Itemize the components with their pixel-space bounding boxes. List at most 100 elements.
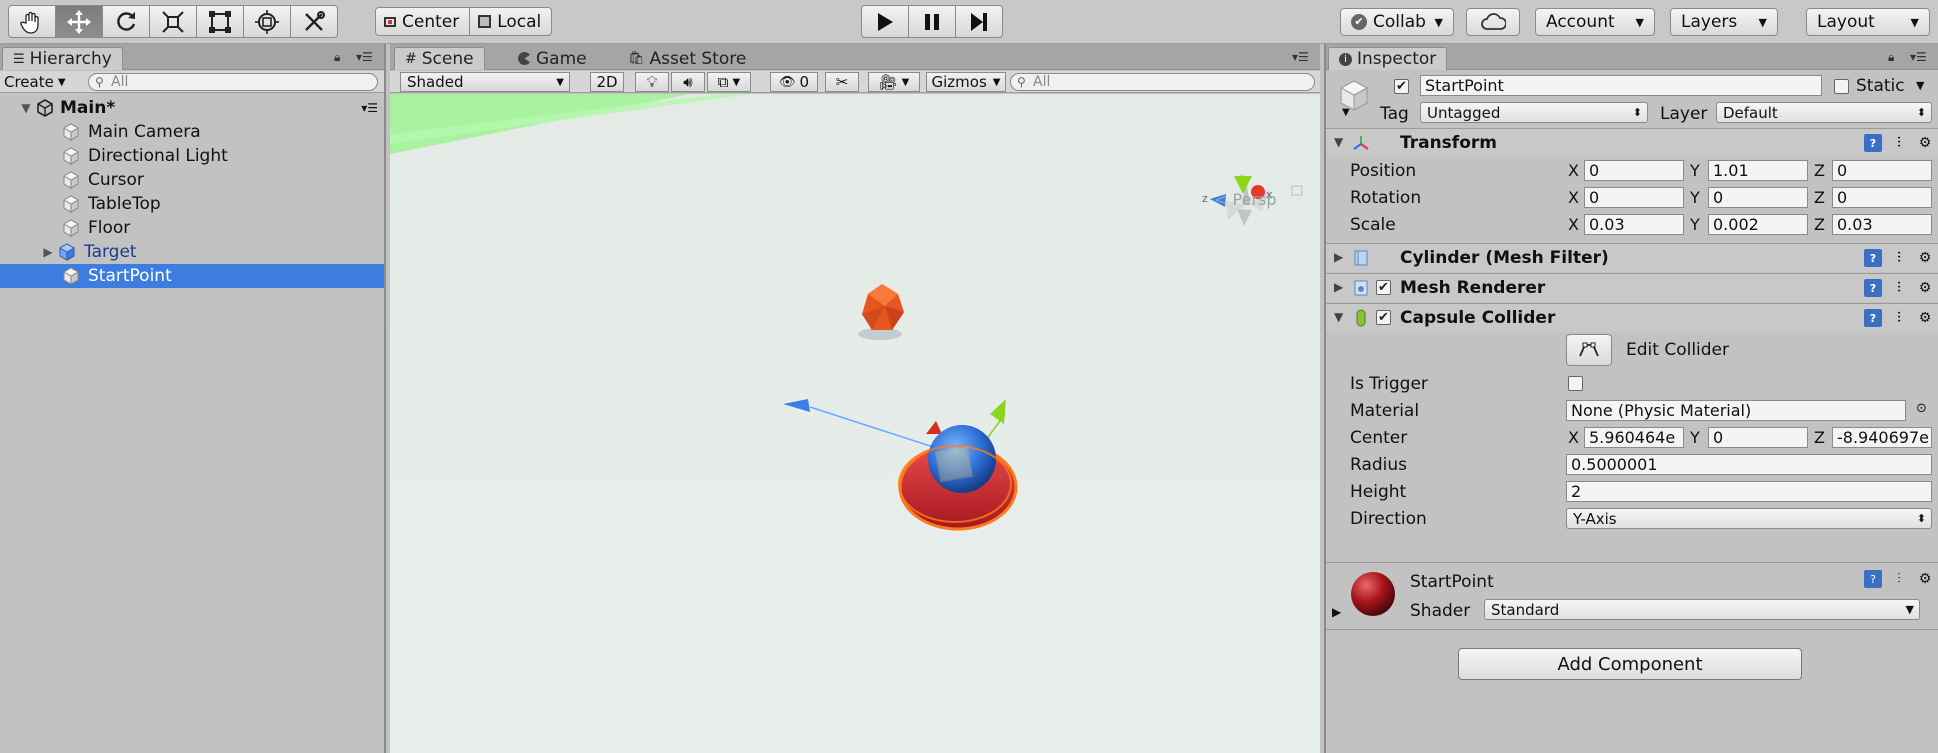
hidden-objects-toggle[interactable]: 👁︎ 0 [770,72,818,92]
create-dropdown[interactable]: Create ▼ [4,73,66,91]
foldout-expanded-icon[interactable]: ▼ [1334,135,1343,149]
lock-icon[interactable]: 🔒︎ [1888,50,1894,65]
position-z-field[interactable]: 0 [1832,160,1932,181]
scene-tools-toggle[interactable]: ✂︎ [825,72,859,92]
collab-dropdown[interactable]: ✔ Collab ▼ [1340,8,1454,36]
layout-dropdown[interactable]: Layout ▼ [1806,8,1930,36]
mesh-filter-header[interactable]: ▶ Cylinder (Mesh Filter) ? ⫶ ⚙︎ [1326,243,1938,272]
lighting-toggle[interactable]: 💡︎ [635,72,669,92]
gear-icon[interactable]: ⚙︎ [1916,279,1934,297]
gear-icon[interactable]: ⚙︎ [1916,570,1934,588]
gizmo-x-arrow[interactable] [926,421,942,434]
hand-tool-button[interactable] [8,5,56,38]
transform-tool-button[interactable] [243,5,291,38]
gizmo-y-arrow[interactable] [990,399,1006,424]
object-picker-icon[interactable]: ⊙ [1916,401,1927,416]
foldout-collapsed-icon[interactable]: ▶ [1334,250,1343,264]
draw-mode-dropdown[interactable]: Shaded ▼ [400,72,570,92]
object-name-field[interactable]: StartPoint [1420,75,1822,96]
rotate-tool-button[interactable] [102,5,150,38]
pivot-center-toggle[interactable]: Center [375,7,471,36]
hierarchy-item[interactable]: Cursor [0,168,384,192]
panel-menu-icon[interactable]: ▾☰ [1292,50,1309,64]
center-x-field[interactable]: 5.960464e [1584,427,1684,448]
capsule-collider-header[interactable]: ▼ ✔ Capsule Collider ? ⫶ ⚙︎ [1326,303,1938,332]
position-x-field[interactable]: 0 [1584,160,1684,181]
persp-label[interactable]: < Persp [1214,190,1276,209]
scale-y-field[interactable]: 0.002 [1708,214,1808,235]
rotation-x-field[interactable]: 0 [1584,187,1684,208]
scene-canvas[interactable]: z x [390,94,1320,753]
center-y-field[interactable]: 0 [1708,427,1808,448]
help-book-icon[interactable]: ? [1864,570,1882,588]
hierarchy-item-selected[interactable]: StartPoint [0,264,384,288]
hierarchy-item-target[interactable]: ▶ Target [0,240,384,264]
2d-toggle[interactable]: 2D [590,72,624,92]
preset-sliders-icon[interactable]: ⫶ [1890,249,1908,267]
add-component-button[interactable]: Add Component [1458,648,1802,680]
effects-dropdown[interactable]: ⧉ ▼ [707,72,751,92]
scene-root-row[interactable]: ▼ Main* ▾☰ [0,96,384,120]
play-button[interactable] [861,5,909,38]
gear-icon[interactable]: ⚙︎ [1916,309,1934,327]
active-checkbox[interactable]: ✔ [1394,79,1409,94]
pause-button[interactable] [908,5,956,38]
position-y-field[interactable]: 1.01 [1708,160,1808,181]
foldout-expanded-icon[interactable]: ▼ [20,101,32,115]
tab-hierarchy[interactable]: ☰ Hierarchy [2,47,123,70]
gear-icon[interactable]: ⚙︎ [1916,134,1934,152]
tab-game[interactable]: Game [508,47,597,70]
scene-menu-icon[interactable]: ▾☰ [361,101,378,115]
custom-tool-button[interactable] [290,5,338,38]
move-tool-button[interactable] [55,5,103,38]
preset-sliders-icon[interactable]: ⫶ [1890,309,1908,327]
hierarchy-item[interactable]: Directional Light [0,144,384,168]
hierarchy-search-input[interactable]: ⚲ All [88,73,378,91]
gizmo-z-arrow[interactable] [783,399,810,412]
cloud-button[interactable] [1466,8,1520,36]
transform-header[interactable]: ▼ Transform ? ⫶ ⚙︎ [1326,128,1938,157]
layer-dropdown[interactable]: Default ⬍ [1716,102,1932,123]
panel-menu-icon[interactable]: ▾☰ [356,50,373,64]
foldout-expanded-icon[interactable]: ▼ [1334,310,1343,324]
camera-dropdown[interactable]: 🎥︎ ▼ [868,72,920,92]
tab-asset-store[interactable]: 🛍︎ Asset Store [618,47,756,70]
preset-sliders-icon[interactable]: ⫶ [1890,279,1908,297]
preset-sliders-icon[interactable]: ⫶ [1890,570,1908,588]
lock-icon[interactable]: 🔒︎ [334,50,340,65]
scale-tool-button[interactable] [149,5,197,38]
scale-x-field[interactable]: 0.03 [1584,214,1684,235]
chevron-down-icon[interactable]: ▼ [1916,79,1924,92]
pivot-local-toggle[interactable]: Local [469,7,553,36]
direction-dropdown[interactable]: Y-Axis ⬍ [1566,508,1932,529]
icon-dropdown-arrow[interactable]: ▼ [1342,107,1350,118]
help-book-icon[interactable]: ? [1864,134,1882,152]
hierarchy-item[interactable]: TableTop [0,192,384,216]
physic-material-field[interactable]: None (Physic Material) [1566,400,1906,421]
is-trigger-checkbox[interactable] [1568,376,1583,391]
mesh-renderer-enabled-checkbox[interactable]: ✔ [1376,280,1391,295]
target-object[interactable] [858,284,904,340]
static-checkbox[interactable] [1834,79,1849,94]
height-field[interactable]: 2 [1566,481,1932,502]
mesh-renderer-header[interactable]: ▶ ✔ Mesh Renderer ? ⫶ ⚙︎ [1326,273,1938,302]
help-book-icon[interactable]: ? [1864,279,1882,297]
scale-z-field[interactable]: 0.03 [1832,214,1932,235]
foldout-collapsed-icon[interactable]: ▶ [1332,605,1341,619]
hierarchy-item[interactable]: Main Camera [0,120,384,144]
center-z-field[interactable]: -8.940697e [1832,427,1932,448]
help-book-icon[interactable]: ? [1864,249,1882,267]
radius-field[interactable]: 0.5000001 [1566,454,1932,475]
edit-collider-button[interactable] [1566,334,1612,366]
scene-search-input[interactable]: ⚲ All [1010,73,1315,91]
shader-dropdown[interactable]: Standard ▼ [1484,599,1920,620]
step-button[interactable] [955,5,1003,38]
panel-menu-icon[interactable]: ▾☰ [1910,50,1927,64]
gizmos-dropdown[interactable]: Gizmos ▼ [926,72,1006,92]
tag-dropdown[interactable]: Untagged ⬍ [1420,102,1648,123]
rect-tool-button[interactable] [196,5,244,38]
preset-sliders-icon[interactable]: ⫶ [1890,134,1908,152]
layers-dropdown[interactable]: Layers ▼ [1670,8,1778,36]
rotation-y-field[interactable]: 0 [1708,187,1808,208]
capsule-collider-enabled-checkbox[interactable]: ✔ [1376,310,1391,325]
